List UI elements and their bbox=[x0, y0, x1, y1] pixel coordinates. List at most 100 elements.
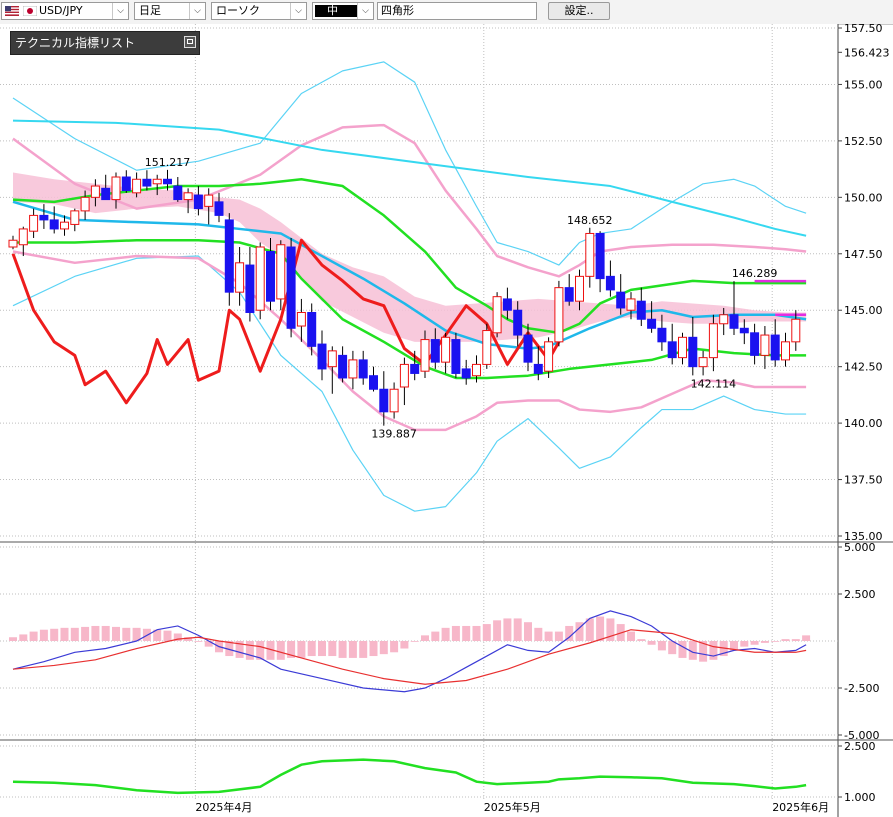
us-flag-icon bbox=[5, 6, 19, 16]
macd-histogram-bar bbox=[81, 626, 90, 641]
macd-histogram-bar bbox=[276, 641, 285, 660]
macd-histogram-bar bbox=[297, 641, 306, 658]
timeframe-label: 日足 bbox=[139, 4, 161, 17]
candle-body bbox=[729, 314, 739, 329]
candle-body bbox=[533, 363, 543, 374]
macd-histogram-bar bbox=[585, 618, 594, 641]
settings-button[interactable]: 設定.. bbox=[548, 2, 610, 20]
candle-body bbox=[698, 357, 708, 368]
candle-body bbox=[317, 343, 327, 370]
candle-body bbox=[60, 221, 69, 230]
macd-histogram-bar bbox=[524, 622, 532, 641]
candle-body bbox=[152, 178, 162, 185]
macd-histogram-bar bbox=[359, 641, 368, 658]
macd-histogram-bar bbox=[637, 639, 646, 641]
macd-histogram-bar bbox=[318, 641, 326, 657]
candle-body bbox=[554, 287, 564, 343]
plot-background bbox=[0, 24, 838, 817]
macd-histogram-bar bbox=[451, 625, 460, 641]
timeframe-select[interactable]: 日足 ⌵ bbox=[134, 2, 206, 20]
price-annotation: 142.114 bbox=[691, 377, 737, 390]
time-axis-label: 2025年5月 bbox=[484, 800, 541, 814]
candle-body bbox=[605, 275, 615, 291]
candle-body bbox=[595, 232, 605, 280]
macd-histogram-bar bbox=[771, 641, 780, 642]
macd-histogram-bar bbox=[163, 630, 172, 641]
time-axis-label: 2025年6月 bbox=[772, 800, 829, 814]
symbol-select[interactable]: USD/JPY ⌵ bbox=[1, 2, 129, 20]
macd-histogram-bar bbox=[503, 618, 512, 641]
candle-body bbox=[575, 275, 584, 302]
lower-tick-label: 2.500 bbox=[844, 740, 876, 753]
candle-body bbox=[791, 318, 801, 343]
macd-histogram-bar bbox=[544, 631, 553, 641]
macd-histogram-bar bbox=[9, 637, 17, 641]
macd-histogram-bar bbox=[338, 641, 347, 658]
macd-histogram-bar bbox=[410, 641, 419, 642]
candle-body bbox=[193, 194, 203, 210]
chevron-down-icon[interactable]: ⌵ bbox=[112, 3, 128, 19]
macd-histogram-bar bbox=[781, 639, 790, 641]
price-tick-label: 140.00 bbox=[844, 417, 883, 430]
price-tick-label: 147.50 bbox=[844, 248, 883, 261]
macd-histogram-bar bbox=[647, 641, 656, 645]
macd-histogram-bar bbox=[554, 631, 563, 641]
indicator-list-panel[interactable]: テクニカル指標リスト bbox=[10, 31, 200, 55]
candle bbox=[286, 237, 296, 338]
price-tick-label: 145.00 bbox=[844, 304, 883, 317]
candle bbox=[451, 332, 461, 378]
chart-area[interactable]: 151.217 139.887 148.652 146.289 142.114 157.… bbox=[0, 24, 893, 817]
macd-histogram-bar bbox=[19, 634, 28, 641]
chevron-down-icon[interactable]: ⌵ bbox=[290, 3, 306, 19]
candle-body bbox=[750, 332, 760, 356]
chevron-down-icon[interactable]: ⌵ bbox=[189, 3, 205, 19]
candle-body bbox=[296, 311, 306, 327]
chart-type-select[interactable]: ローソク ⌵ bbox=[211, 2, 307, 20]
candle-body bbox=[338, 354, 348, 379]
macd-histogram-bar bbox=[493, 620, 502, 641]
candle-body bbox=[111, 176, 121, 201]
drawing-tool-field[interactable]: 四角形 bbox=[377, 2, 537, 20]
candle-body bbox=[235, 262, 245, 293]
line-width-select[interactable]: 中 ⌵ bbox=[312, 2, 374, 20]
candle-body bbox=[245, 264, 255, 313]
jp-flag-icon bbox=[23, 6, 37, 16]
candle-body bbox=[379, 388, 389, 413]
window-restore-icon[interactable] bbox=[184, 36, 196, 48]
price-annotation: 151.217 bbox=[145, 156, 191, 169]
macd-histogram-bar bbox=[596, 616, 605, 641]
macd-histogram-bar bbox=[328, 641, 337, 657]
macd-histogram-bar bbox=[513, 618, 522, 641]
candle bbox=[482, 323, 492, 369]
candle-body bbox=[255, 246, 265, 311]
candle-body bbox=[564, 287, 574, 302]
candle-body bbox=[430, 339, 440, 363]
indicator-list-label: テクニカル指標リスト bbox=[15, 36, 136, 50]
candle-body bbox=[492, 296, 502, 334]
price-tick-label: 152.50 bbox=[844, 135, 883, 148]
time-axis-label: 2025年4月 bbox=[195, 800, 252, 814]
macd-histogram-bar bbox=[369, 641, 378, 657]
candle-body bbox=[688, 336, 698, 368]
candle-body bbox=[502, 298, 512, 311]
candle-body bbox=[276, 244, 286, 300]
macd-histogram-bar bbox=[802, 635, 811, 641]
candle-body bbox=[708, 323, 718, 359]
candle-body bbox=[657, 327, 667, 343]
macd-tick-label: 5.000 bbox=[844, 541, 876, 554]
macd-histogram-bar bbox=[462, 625, 471, 641]
drawing-tool-label: 四角形 bbox=[381, 4, 414, 17]
toolbar: USD/JPY ⌵ 日足 ⌵ ローソク ⌵ 中 ⌵ 四角形 設定.. bbox=[0, 0, 893, 25]
candle-body bbox=[183, 192, 193, 201]
macd-histogram-bar bbox=[70, 627, 79, 641]
macd-histogram-bar bbox=[39, 629, 48, 641]
macd-histogram-bar bbox=[657, 641, 666, 651]
candle-body bbox=[8, 239, 18, 248]
candle-body bbox=[667, 341, 677, 359]
chevron-down-icon[interactable]: ⌵ bbox=[357, 3, 373, 19]
candle-body bbox=[80, 196, 90, 212]
candle-body bbox=[348, 359, 358, 379]
macd-histogram-bar bbox=[750, 641, 759, 645]
line-width-label: 中 bbox=[327, 4, 338, 17]
candle-body bbox=[616, 291, 626, 309]
